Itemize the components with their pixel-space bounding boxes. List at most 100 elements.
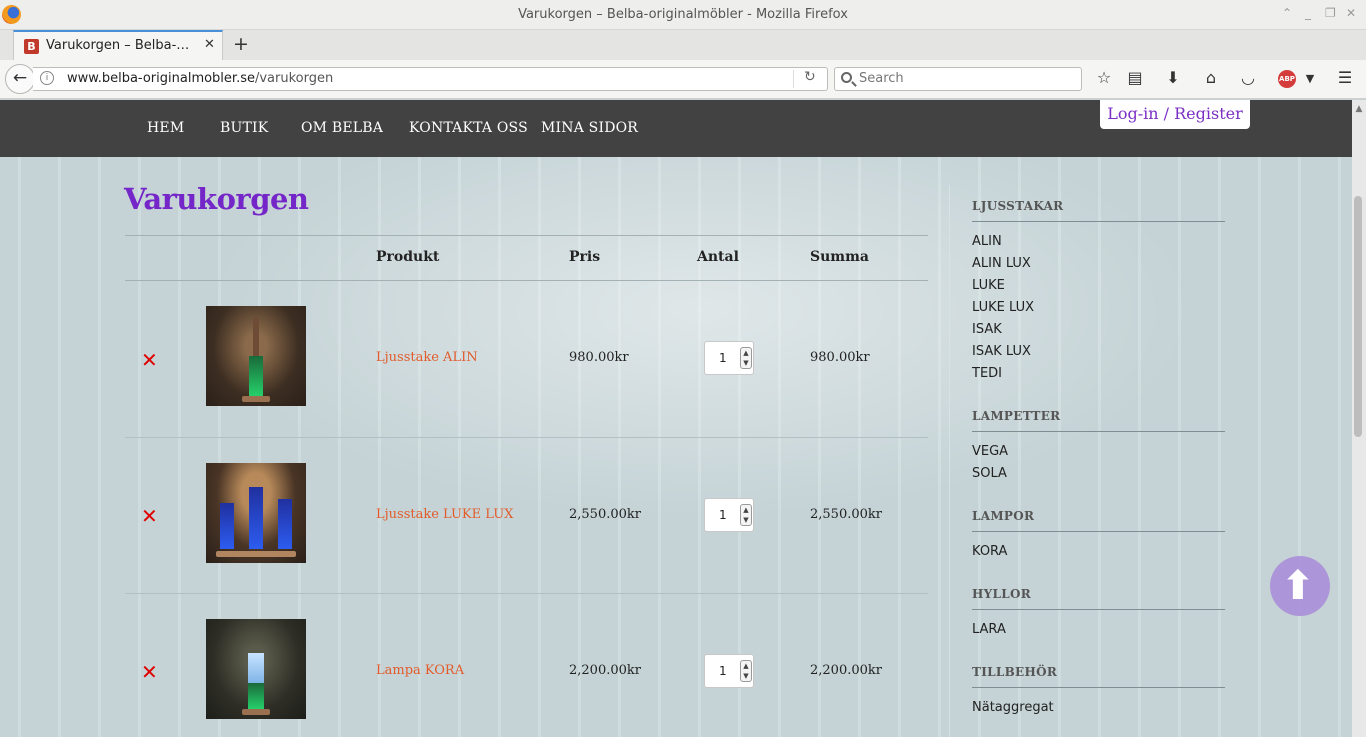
url-bar[interactable]: i www.belba-originalmobler.se/varukorgen…: [33, 67, 828, 91]
item-price: 2,550.00kr: [569, 507, 641, 522]
tab-close-icon[interactable]: ✕: [204, 37, 215, 52]
quantity-value[interactable]: 1: [719, 664, 727, 678]
item-price: 2,200.00kr: [569, 663, 641, 678]
url-domain: www.belba-originalmobler.se: [67, 71, 255, 86]
row-divider: [125, 437, 928, 438]
sidebar-item-isak[interactable]: ISAK: [972, 322, 1002, 337]
window-close-button[interactable]: ✕: [1346, 6, 1356, 20]
sidebar-item-alin-lux[interactable]: ALIN LUX: [972, 256, 1031, 271]
scroll-up-icon[interactable]: ▲: [1352, 104, 1366, 114]
category-heading: HYLLOR: [972, 587, 1032, 601]
search-input[interactable]: Search: [834, 67, 1082, 91]
item-sum: 980.00kr: [810, 350, 870, 365]
quantity-stepper[interactable]: 1 ▲ ▼: [704, 341, 754, 375]
item-price: 980.00kr: [569, 350, 629, 365]
product-link[interactable]: Lampa KORA: [376, 663, 464, 678]
nav-om-belba[interactable]: OM BELBA: [301, 120, 383, 136]
row-divider: [125, 593, 928, 594]
site-navigation: HEM BUTIK OM BELBA KONTAKTA OSS MINA SID…: [0, 100, 1352, 157]
category-heading: LJUSSTAKAR: [972, 199, 1064, 213]
column-header-product: Produkt: [376, 249, 440, 265]
sidebar-item-alin[interactable]: ALIN: [972, 234, 1002, 249]
nav-hem[interactable]: HEM: [147, 120, 184, 136]
spin-buttons[interactable]: ▲ ▼: [740, 660, 752, 682]
product-link[interactable]: Ljusstake LUKE LUX: [376, 507, 513, 522]
arrow-up-icon[interactable]: ⬆: [1281, 564, 1315, 608]
spin-buttons[interactable]: ▲ ▼: [740, 347, 752, 369]
reload-icon[interactable]: ↻: [804, 69, 816, 85]
quantity-value[interactable]: 1: [719, 351, 727, 365]
sidebar-item-isak-lux[interactable]: ISAK LUX: [972, 344, 1031, 359]
base-shape: [242, 709, 270, 715]
product-image[interactable]: [206, 619, 306, 719]
quantity-stepper[interactable]: 1 ▲ ▼: [704, 654, 754, 688]
glass-shape: [249, 487, 263, 549]
hamburger-menu-icon[interactable]: ☰: [1334, 68, 1356, 87]
remove-item-icon[interactable]: ✕: [141, 348, 158, 372]
page-title: Varukorgen: [124, 182, 309, 216]
product-image[interactable]: [206, 306, 306, 406]
category-heading: LAMPETTER: [972, 409, 1061, 423]
quantity-stepper[interactable]: 1 ▲ ▼: [704, 498, 754, 532]
search-icon: [841, 72, 852, 83]
home-icon[interactable]: ⌂: [1200, 68, 1222, 87]
login-register-button[interactable]: Log-in / Register: [1100, 100, 1250, 129]
category-rule: [972, 609, 1225, 610]
window-minimize-button[interactable]: ⌃: [1282, 6, 1292, 20]
category-heading: TILLBEHÖR: [972, 665, 1058, 679]
table-divider: [125, 235, 928, 236]
category-rule: [972, 431, 1225, 432]
item-sum: 2,550.00kr: [810, 507, 882, 522]
category-rule: [972, 221, 1225, 222]
sidebar-item-tedi[interactable]: TEDI: [972, 366, 1002, 381]
info-icon[interactable]: i: [40, 71, 54, 85]
star-icon[interactable]: ☆: [1093, 68, 1115, 87]
url-text[interactable]: www.belba-originalmobler.se/varukorgen: [67, 71, 333, 86]
pocket-icon[interactable]: ◡: [1237, 68, 1259, 87]
chevron-down-icon[interactable]: ▼: [1299, 72, 1321, 85]
sidebar-item-luke-lux[interactable]: LUKE LUX: [972, 300, 1034, 315]
window-min-icon[interactable]: _: [1305, 6, 1311, 20]
navigation-toolbar: ← i www.belba-originalmobler.se/varukorg…: [0, 60, 1366, 99]
spin-buttons[interactable]: ▲ ▼: [740, 504, 752, 526]
remove-item-icon[interactable]: ✕: [141, 660, 158, 684]
glass-shape: [220, 503, 234, 549]
download-icon[interactable]: ⬇: [1162, 68, 1184, 87]
sidebar-item-nataggregat[interactable]: Nätaggregat: [972, 700, 1054, 715]
nav-kontakta-oss[interactable]: KONTAKTA OSS: [409, 120, 528, 136]
base-shape: [216, 551, 296, 557]
nav-mina-sidor[interactable]: MINA SIDOR: [541, 120, 638, 136]
sidebar-item-lara[interactable]: LARA: [972, 622, 1006, 637]
reading-list-icon[interactable]: ▤: [1124, 68, 1146, 87]
page-content: HEM BUTIK OM BELBA KONTAKTA OSS MINA SID…: [0, 100, 1352, 737]
product-link[interactable]: Ljusstake ALIN: [376, 350, 478, 365]
scrollbar-thumb[interactable]: [1354, 196, 1362, 437]
site-favicon-icon: B: [24, 39, 39, 54]
remove-item-icon[interactable]: ✕: [141, 504, 158, 528]
glass-shape: [278, 499, 292, 549]
quantity-value[interactable]: 1: [719, 508, 727, 522]
product-image[interactable]: [206, 463, 306, 563]
sidebar-item-vega[interactable]: VEGA: [972, 444, 1008, 459]
glass-shape: [248, 683, 264, 709]
search-placeholder: Search: [859, 71, 904, 86]
sidebar-item-sola[interactable]: SOLA: [972, 466, 1007, 481]
url-divider: [793, 70, 794, 88]
category-rule: [972, 531, 1225, 532]
column-header-sum: Summa: [810, 249, 869, 265]
window-restore-button[interactable]: ❐: [1325, 6, 1336, 20]
window-titlebar: Varukorgen – Belba-originalmöbler - Mozi…: [0, 0, 1366, 30]
back-arrow-icon[interactable]: ←: [5, 64, 35, 94]
url-path: /varukorgen: [254, 71, 334, 86]
candle-shape: [253, 318, 259, 356]
adblock-icon[interactable]: ABP: [1278, 70, 1296, 88]
glass-shape: [249, 356, 263, 396]
sidebar-item-luke[interactable]: LUKE: [972, 278, 1005, 293]
tab-title: Varukorgen – Belba-…: [46, 38, 190, 53]
browser-tab[interactable]: B Varukorgen – Belba-… ✕: [13, 30, 223, 60]
column-header-qty: Antal: [697, 249, 739, 265]
sidebar-item-kora[interactable]: KORA: [972, 544, 1007, 559]
new-tab-button[interactable]: +: [233, 33, 249, 55]
category-heading: LAMPOR: [972, 509, 1035, 523]
nav-butik[interactable]: BUTIK: [220, 120, 268, 136]
